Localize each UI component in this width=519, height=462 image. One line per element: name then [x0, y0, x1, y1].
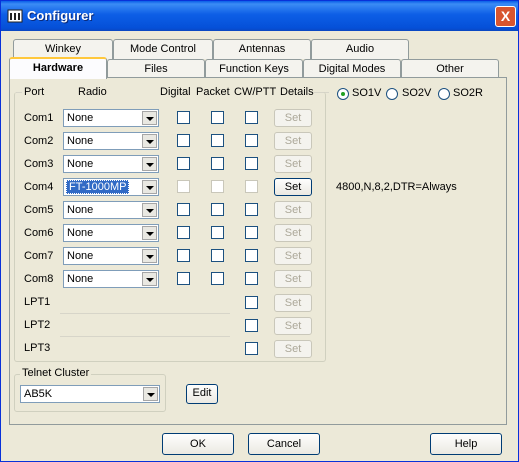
- tab-files[interactable]: Files: [107, 59, 205, 79]
- chevron-down-icon[interactable]: [143, 387, 158, 401]
- cancel-button[interactable]: Cancel: [248, 433, 320, 455]
- so1v-radio[interactable]: [337, 88, 349, 100]
- tab-label: Mode Control: [129, 43, 197, 55]
- close-button[interactable]: X: [495, 6, 516, 27]
- tab-other[interactable]: Other: [401, 59, 499, 79]
- tab-label: Audio: [345, 43, 375, 55]
- so2v-radio[interactable]: [386, 88, 398, 100]
- app-icon: [7, 9, 23, 23]
- so1v-label: SO1V: [352, 87, 382, 99]
- tab-function-keys[interactable]: Function Keys: [205, 59, 303, 79]
- tab-label: Other: [436, 63, 464, 75]
- so2r-label: SO2R: [453, 87, 483, 99]
- edit-button[interactable]: Edit: [186, 384, 218, 404]
- tab-audio[interactable]: Audio: [311, 39, 409, 59]
- help-button[interactable]: Help: [430, 433, 502, 455]
- configurer-window: Configurer X Winkey Mode Control Antenna…: [0, 0, 519, 462]
- tab-label: Files: [144, 63, 168, 75]
- tab-antennas[interactable]: Antennas: [213, 39, 311, 59]
- ok-button[interactable]: OK: [162, 433, 234, 455]
- tab-hardware[interactable]: Hardware: [9, 57, 107, 79]
- close-icon: X: [500, 8, 511, 24]
- telnet-select[interactable]: AB5K: [20, 385, 160, 403]
- tab-label: Hardware: [32, 62, 84, 74]
- tab-mode-control[interactable]: Mode Control: [113, 39, 213, 59]
- so2v-label: SO2V: [402, 87, 432, 99]
- tab-label: Function Keys: [219, 63, 289, 75]
- tab-label: Antennas: [238, 43, 286, 55]
- tab-digital-modes[interactable]: Digital Modes: [303, 59, 401, 79]
- select-value: AB5K: [24, 388, 53, 400]
- tab-winkey[interactable]: Winkey: [13, 39, 113, 59]
- window-title: Configurer: [27, 8, 94, 23]
- telnet-label: Telnet Cluster: [20, 367, 92, 379]
- port-groupbox: [14, 92, 326, 362]
- tab-label: Winkey: [44, 43, 82, 55]
- hardware-panel: Port Radio Digital Packet CW/PTT Details…: [9, 77, 507, 425]
- tab-label: Digital Modes: [318, 63, 386, 75]
- port-settings-text: 4800,N,8,2,DTR=Always: [336, 181, 457, 193]
- title-bar: Configurer X: [1, 1, 518, 31]
- so2r-radio[interactable]: [438, 88, 450, 100]
